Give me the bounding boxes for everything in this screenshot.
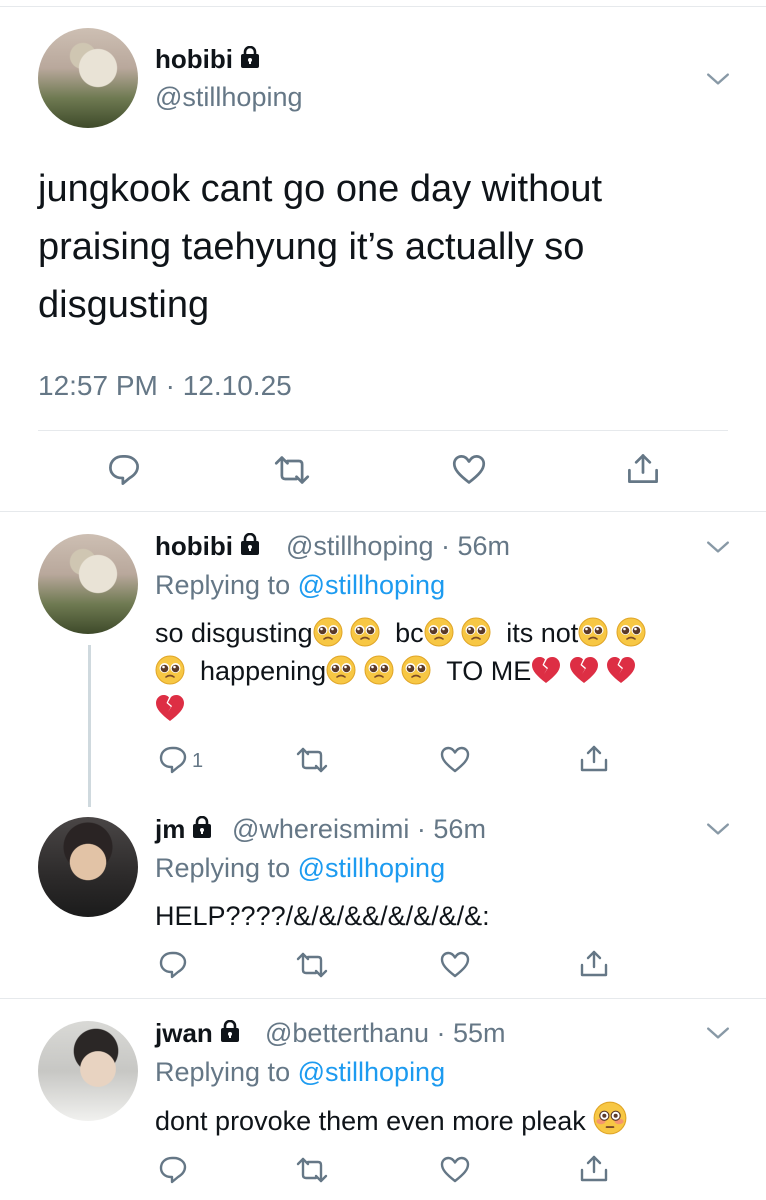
broken-heart-emoji bbox=[532, 657, 561, 683]
reply-text: so disgusting bc its not happening TO ME bbox=[155, 614, 715, 728]
avatar[interactable] bbox=[38, 28, 138, 128]
share-icon[interactable] bbox=[626, 451, 660, 485]
flushed-face-emoji bbox=[593, 1101, 628, 1135]
pleading-face-emoji bbox=[326, 655, 356, 685]
retweet-icon[interactable] bbox=[296, 1155, 328, 1185]
replying-to-link[interactable]: @stillhoping bbox=[298, 853, 446, 883]
reply-icon[interactable] bbox=[107, 453, 141, 487]
author-handle-time[interactable]: @whereismimi · 56m bbox=[232, 814, 486, 845]
replying-to: Replying to @stillhoping bbox=[155, 570, 446, 600]
divider bbox=[0, 998, 766, 999]
like-icon[interactable] bbox=[440, 745, 470, 775]
reply-icon[interactable] bbox=[158, 950, 188, 980]
pleading-face-emoji bbox=[461, 617, 491, 647]
pleading-face-emoji bbox=[615, 617, 646, 647]
pleading-face-emoji bbox=[312, 617, 343, 647]
pleading-face-emoji bbox=[401, 655, 431, 685]
retweet-icon[interactable] bbox=[274, 453, 310, 487]
pleading-face-emoji bbox=[423, 617, 454, 647]
reply-count: 1 bbox=[192, 750, 204, 772]
avatar[interactable] bbox=[38, 817, 138, 917]
author-name[interactable]: hobibi bbox=[155, 44, 261, 75]
author-handle-time[interactable]: @stillhoping · 56m bbox=[286, 531, 510, 562]
share-icon[interactable] bbox=[579, 743, 609, 773]
divider bbox=[0, 511, 766, 512]
chevron-down-icon[interactable] bbox=[706, 540, 730, 554]
broken-heart-emoji bbox=[607, 657, 636, 683]
reply-text: HELP????/&/&/&&/&/&/&/&: bbox=[155, 901, 490, 931]
lock-icon bbox=[192, 816, 213, 840]
lock-icon bbox=[239, 533, 261, 557]
pleading-face-emoji bbox=[350, 617, 380, 647]
chevron-down-icon[interactable] bbox=[706, 822, 730, 836]
broken-heart-emoji bbox=[156, 695, 184, 721]
thread-line bbox=[88, 645, 91, 807]
author-handle-time[interactable]: @betterthanu · 55m bbox=[265, 1018, 506, 1049]
chevron-down-icon[interactable] bbox=[706, 1026, 730, 1040]
author-name[interactable]: jwan bbox=[155, 1018, 241, 1049]
replying-to: Replying to @stillhoping bbox=[155, 853, 446, 883]
like-icon[interactable] bbox=[451, 453, 487, 487]
chevron-down-icon[interactable] bbox=[706, 72, 730, 86]
reply-icon[interactable] bbox=[158, 745, 188, 775]
replying-to-link[interactable]: @stillhoping bbox=[298, 1057, 446, 1087]
broken-heart-emoji bbox=[569, 657, 598, 683]
share-icon[interactable] bbox=[579, 948, 609, 978]
retweet-icon[interactable] bbox=[296, 950, 328, 980]
retweet-icon[interactable] bbox=[296, 745, 328, 775]
author-name[interactable]: hobibi bbox=[155, 531, 261, 562]
share-icon[interactable] bbox=[579, 1153, 609, 1183]
pleading-face-emoji bbox=[578, 617, 609, 647]
pleading-face-emoji bbox=[363, 655, 394, 685]
author-name[interactable]: jm bbox=[155, 814, 213, 845]
avatar[interactable] bbox=[38, 534, 138, 634]
tweet-timestamp[interactable]: 12:57 PM · 12.10.25 bbox=[38, 370, 292, 402]
top-divider bbox=[0, 6, 766, 7]
lock-icon bbox=[239, 46, 261, 70]
like-icon[interactable] bbox=[440, 950, 470, 980]
like-icon[interactable] bbox=[440, 1155, 470, 1185]
avatar[interactable] bbox=[38, 1021, 138, 1121]
divider bbox=[38, 430, 728, 431]
author-handle[interactable]: @stillhoping bbox=[155, 82, 303, 113]
replying-to-link[interactable]: @stillhoping bbox=[298, 570, 446, 600]
reply-text: dont provoke them even more pleak bbox=[155, 1101, 628, 1140]
tweet-text: jungkook cant go one day without praisin… bbox=[38, 168, 603, 326]
lock-icon bbox=[219, 1020, 241, 1044]
reply-icon[interactable] bbox=[158, 1155, 188, 1185]
pleading-face-emoji bbox=[155, 655, 185, 685]
replying-to: Replying to @stillhoping bbox=[155, 1057, 446, 1087]
